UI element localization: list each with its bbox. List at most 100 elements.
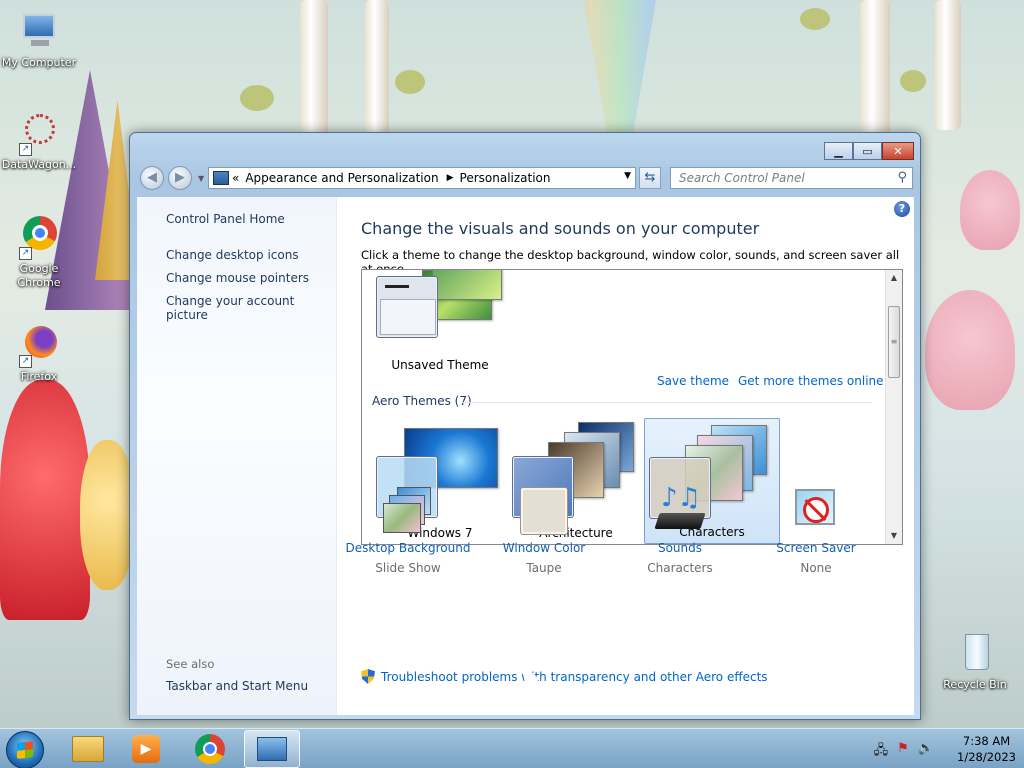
setting-value: Taupe (526, 561, 562, 575)
shortcut-arrow-icon: ↗ (19, 355, 32, 368)
shield-icon (361, 669, 375, 684)
wallpaper-leaf (900, 70, 926, 92)
shortcut-arrow-icon: ↗ (19, 247, 32, 260)
wallpaper-plant (925, 290, 1015, 410)
desktop-icon-recycle-bin[interactable]: Recycle Bin (936, 632, 1014, 692)
taskbar-media-player[interactable]: ▶ (118, 730, 174, 768)
network-icon[interactable]: 🖧 (874, 741, 889, 763)
scroll-down-icon[interactable]: ▼ (886, 528, 902, 544)
taskbar-file-explorer[interactable] (60, 730, 116, 768)
wallpaper-leaf (395, 70, 425, 94)
chrome-icon (195, 734, 225, 764)
start-button[interactable] (6, 731, 44, 768)
sounds-icon: ♪♫ (654, 485, 706, 535)
caption-buttons: ▁ ▭ ✕ (824, 142, 914, 160)
wallpaper-tree (300, 0, 328, 140)
breadcrumb-appearance[interactable]: Appearance and Personalization (245, 171, 438, 185)
window-color-setting[interactable]: Window Color Taupe (474, 487, 614, 575)
sounds-setting[interactable]: ♪♫ Sounds Characters (610, 485, 750, 575)
setting-value: Slide Show (375, 561, 441, 575)
desktop-icon-my-computer[interactable]: My Computer (0, 10, 78, 70)
wallpaper-leaf (240, 85, 274, 111)
action-center-icon[interactable]: ⚑ (897, 741, 909, 763)
taskbar: ▶ 🖧 ⚑ 🔈 7:38 AM 1/28/2023 (0, 728, 1024, 768)
desktop-icon-label: DataWagon... (1, 158, 77, 171)
datawagon-icon: ↗ (17, 112, 61, 156)
refresh-button[interactable]: ⇆ (639, 167, 661, 189)
theme-preview (432, 270, 502, 300)
control-panel-home-link[interactable]: Control Panel Home (166, 212, 285, 226)
setting-title: Window Color (502, 541, 586, 555)
group-divider (462, 402, 872, 403)
breadcrumb-chevron-icon[interactable]: ▶ (447, 173, 454, 183)
maximize-button[interactable]: ▭ (853, 142, 882, 160)
setting-value: Characters (647, 561, 713, 575)
get-more-themes-link[interactable]: Get more themes online (738, 374, 884, 388)
aero-themes-group-label: Aero Themes (7) (372, 394, 472, 408)
left-pane: Control Panel Home Change desktop icons … (137, 197, 337, 715)
back-button[interactable]: ◀ (140, 166, 164, 190)
screen-saver-setting[interactable]: Screen Saver None (746, 487, 886, 575)
volume-icon[interactable]: 🔈 (918, 741, 934, 763)
search-placeholder: Search Control Panel (679, 171, 805, 185)
taskbar-chrome[interactable] (182, 730, 238, 768)
file-explorer-icon (72, 736, 104, 762)
clock-time: 7:38 AM (962, 734, 1011, 748)
wallpaper-tree (365, 0, 389, 140)
address-prefix[interactable]: « (232, 171, 239, 185)
clock-date: 1/28/2023 (957, 750, 1016, 764)
breadcrumb-personalization[interactable]: Personalization (460, 171, 551, 185)
recent-pages-dropdown[interactable]: ▼ (198, 174, 204, 183)
change-account-picture-link[interactable]: Change your account picture (166, 294, 336, 322)
troubleshoot-text[interactable]: Troubleshoot problems with transparency … (381, 670, 768, 684)
client-area: Control Panel Home Change desktop icons … (137, 197, 914, 715)
window-glass-swatch (376, 276, 438, 338)
media-player-icon: ▶ (132, 735, 160, 763)
see-also-heading: See also (166, 657, 215, 671)
scroll-thumb[interactable]: ≡ (888, 306, 900, 378)
taskbar-start-menu-link[interactable]: Taskbar and Start Menu (166, 679, 308, 693)
desktop-background-setting[interactable]: Desktop Background Slide Show (338, 487, 478, 575)
setting-title: Sounds (657, 541, 703, 555)
firefox-icon: ↗ (17, 324, 61, 368)
minimize-button[interactable]: ▁ (824, 142, 853, 160)
troubleshoot-link[interactable]: Troubleshoot problems with transparency … (361, 669, 768, 684)
main-pane: ? Change the visuals and sounds on your … (338, 197, 914, 715)
wallpaper-plant (960, 170, 1020, 250)
taskbar-control-panel[interactable] (244, 730, 300, 768)
chrome-icon: ↗ (17, 216, 61, 260)
change-desktop-icons-link[interactable]: Change desktop icons (166, 248, 299, 262)
wallpaper-tree (935, 0, 961, 130)
wallpaper-rainbow (584, 0, 656, 140)
system-tray: 🖧 ⚑ 🔈 (874, 741, 934, 763)
desktop-icon-label: My Computer (1, 56, 77, 69)
change-mouse-pointers-link[interactable]: Change mouse pointers (166, 271, 309, 285)
desktop-icon-datawagon[interactable]: ↗ DataWagon... (0, 112, 78, 172)
search-icon[interactable]: ⚲ (897, 170, 907, 185)
address-dropdown-icon[interactable]: ▼ (624, 171, 631, 181)
setting-title: Desktop Background (345, 541, 471, 555)
desktop-icon-google-chrome[interactable]: ↗ Google Chrome (0, 216, 78, 290)
search-input[interactable]: Search Control Panel ⚲ (670, 167, 913, 189)
page-title: Change the visuals and sounds on your co… (361, 219, 760, 238)
scroll-up-icon[interactable]: ▲ (886, 270, 902, 286)
recycle-bin-icon (953, 632, 997, 676)
clock[interactable]: 7:38 AM 1/28/2023 (957, 733, 1016, 765)
address-bar[interactable]: « Appearance and Personalization ▶ Perso… (208, 167, 636, 189)
control-panel-icon (257, 737, 287, 761)
help-icon[interactable]: ? (894, 201, 910, 217)
theme-list-scrollbar[interactable]: ▲ ≡ ▼ (885, 270, 902, 544)
save-theme-link[interactable]: Save theme (657, 374, 729, 388)
desktop-icon-label: Firefox (20, 370, 58, 383)
desktop-icon-firefox[interactable]: ↗ Firefox (0, 324, 78, 384)
window-color-icon (519, 487, 569, 535)
theme-name: Unsaved Theme (391, 358, 489, 372)
theme-unsaved[interactable]: Unsaved Theme (372, 270, 508, 372)
close-button[interactable]: ✕ (882, 142, 914, 160)
desktop-icon-label: Google Chrome (17, 262, 61, 289)
personalization-window: ▁ ▭ ✕ ◀ ▶ ▼ « Appearance and Personaliza… (129, 132, 921, 720)
wallpaper-doll (0, 380, 90, 620)
forward-button[interactable]: ▶ (168, 166, 192, 190)
wallpaper-leaf (800, 8, 830, 30)
setting-value: None (800, 561, 832, 575)
